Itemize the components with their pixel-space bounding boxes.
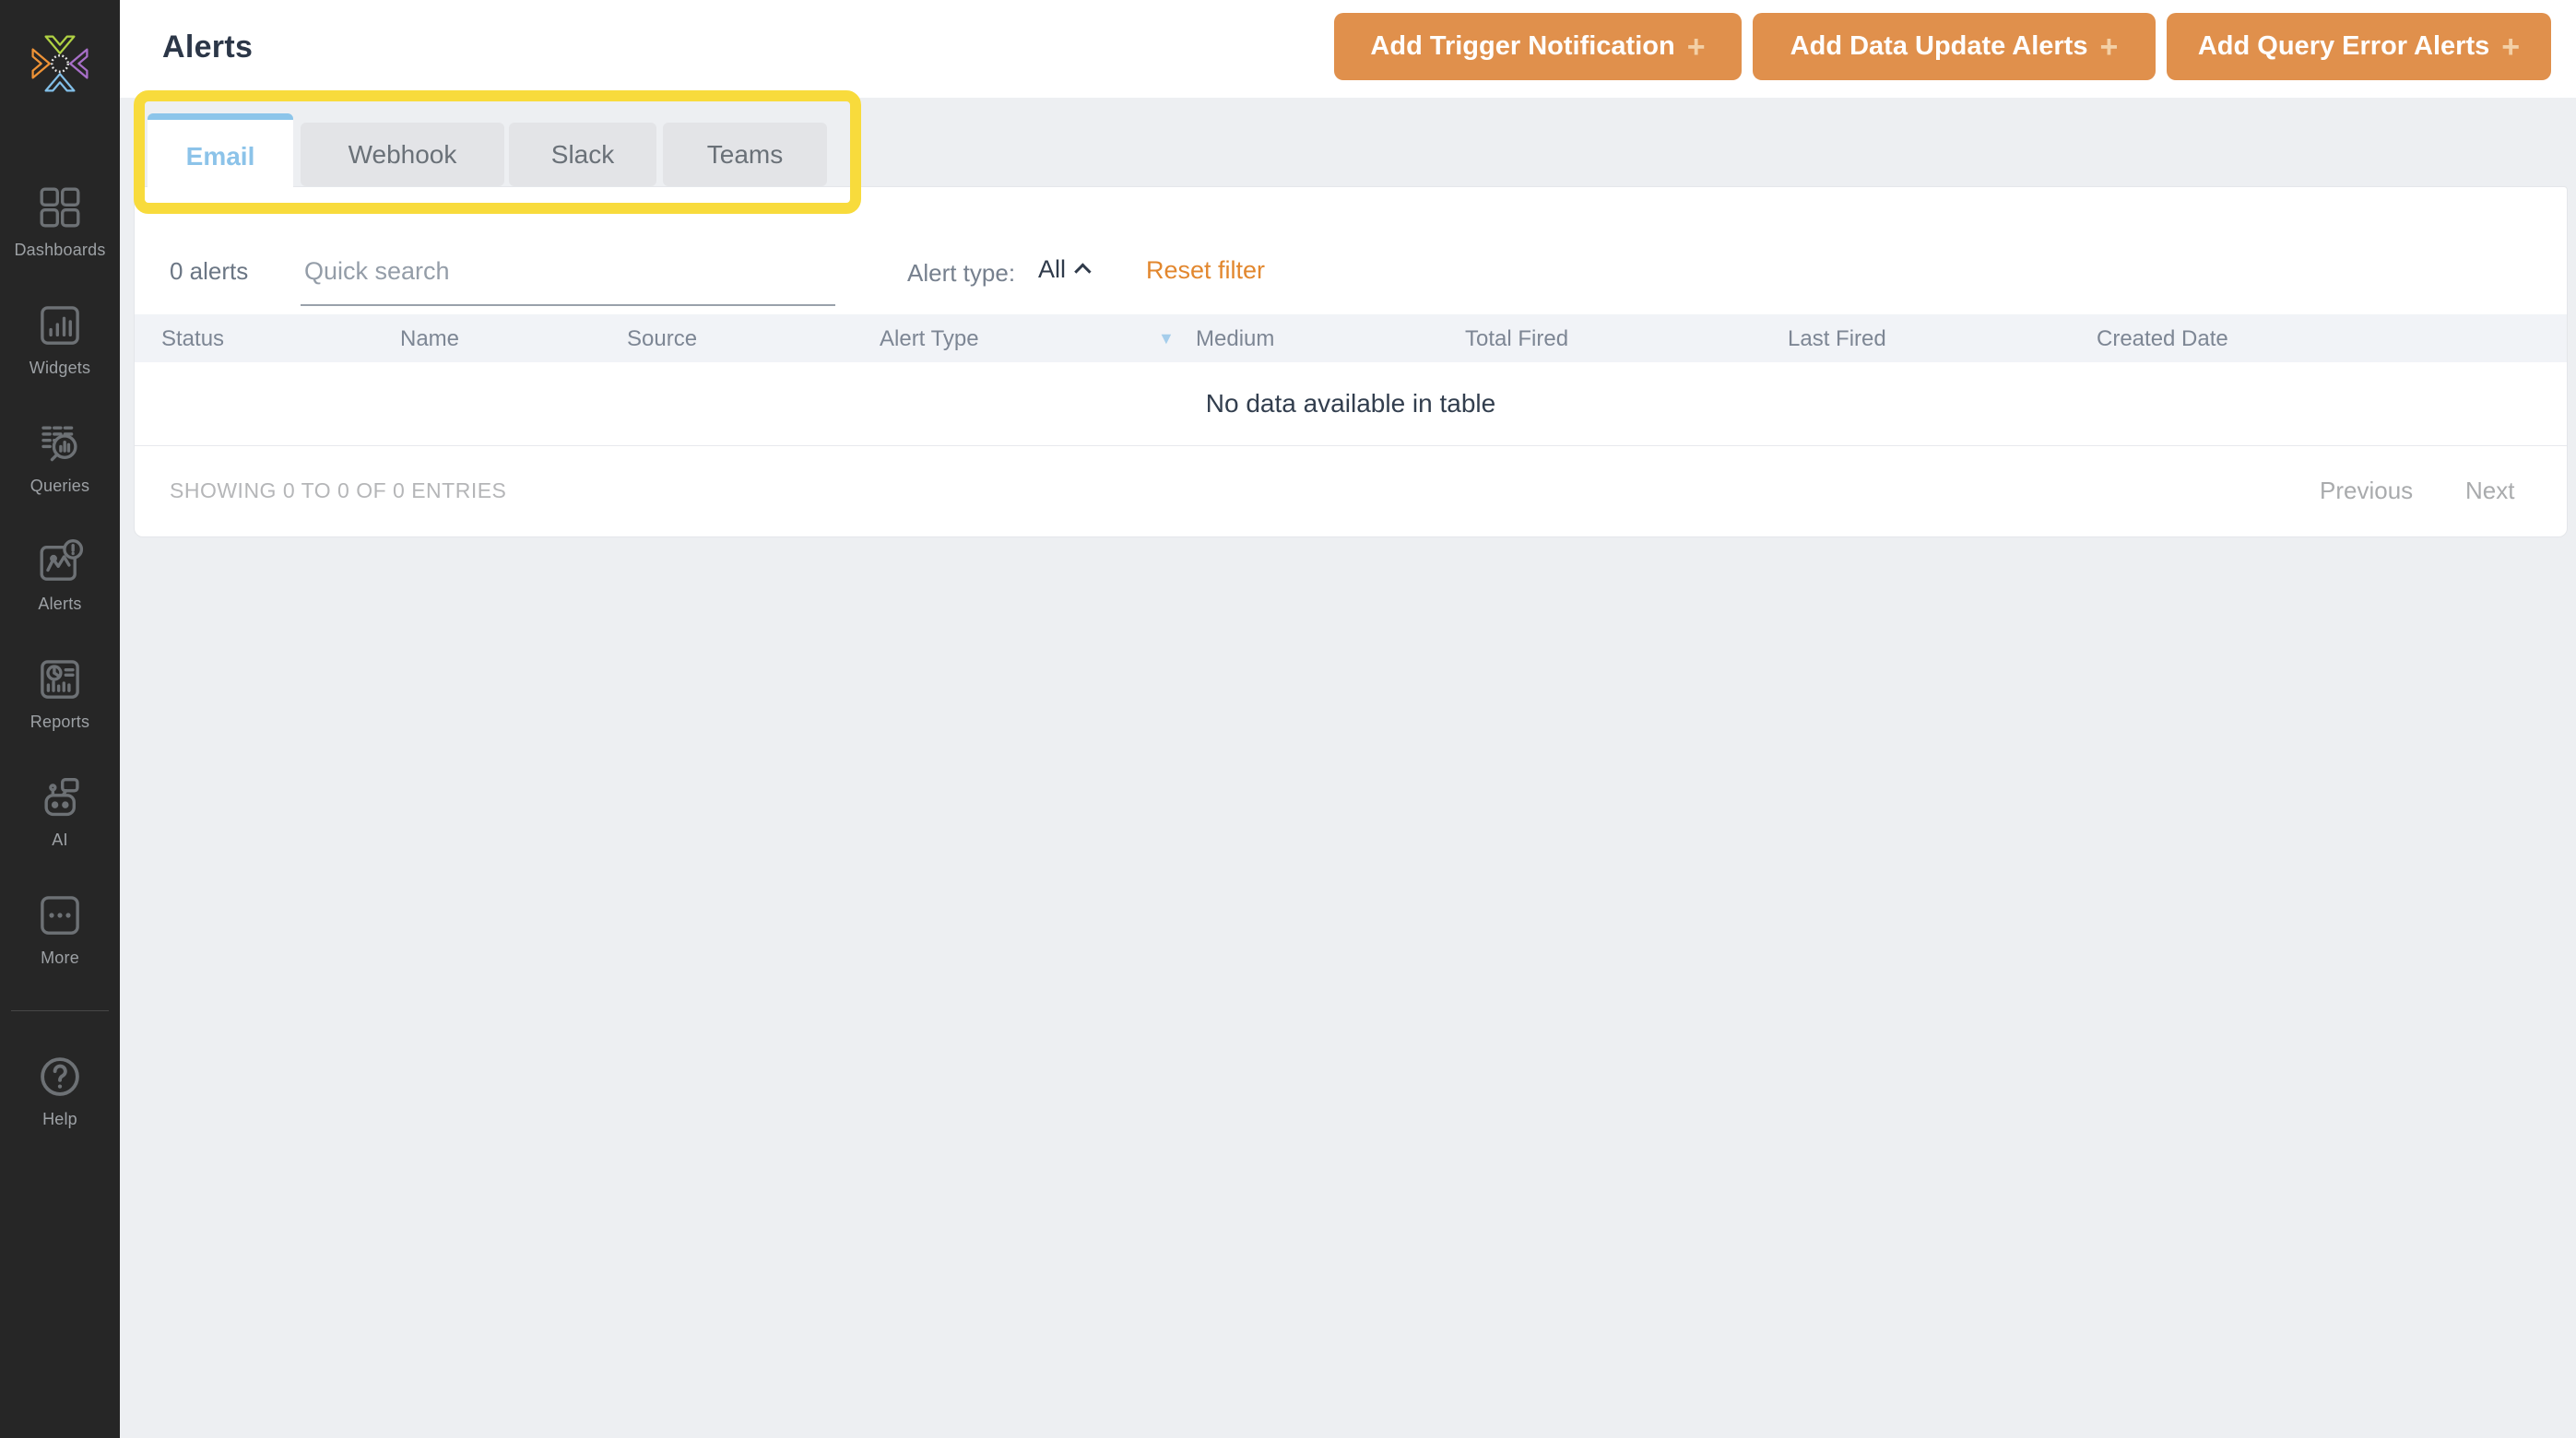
button-label: Add Trigger Notification	[1370, 31, 1674, 62]
pagination-next-button[interactable]: Next	[2465, 477, 2514, 505]
sidebar-item-help[interactable]: Help	[0, 1052, 120, 1129]
ai-icon	[35, 772, 85, 822]
tab-webhook[interactable]: Webhook	[301, 123, 504, 186]
button-label: Add Query Error Alerts	[2198, 31, 2489, 62]
add-query-error-alerts-button[interactable]: Add Query Error Alerts +	[2167, 13, 2551, 80]
column-header-total-fired[interactable]: Total Fired	[1465, 326, 1568, 352]
tab-label: Teams	[707, 140, 783, 170]
empty-message: No data available in table	[1206, 389, 1495, 418]
page-header: Alerts Add Trigger Notification + Add Da…	[120, 0, 2576, 98]
chevron-up-icon	[1074, 263, 1091, 279]
alert-type-value: All	[1038, 255, 1066, 284]
tab-teams[interactable]: Teams	[663, 123, 827, 186]
dashboards-icon	[35, 183, 85, 232]
sidebar-item-label: Widgets	[30, 359, 90, 378]
sidebar-item-widgets[interactable]: Widgets	[0, 301, 120, 378]
table-header-row: Status Name Source Alert Type ▼ Medium T…	[135, 314, 2567, 362]
sidebar: Dashboards Widgets	[0, 0, 120, 1438]
sort-desc-icon: ▼	[1158, 329, 1175, 348]
reset-filter-link[interactable]: Reset filter	[1146, 256, 1265, 285]
sidebar-item-more[interactable]: More	[0, 890, 120, 968]
column-header-name[interactable]: Name	[400, 326, 459, 352]
tab-slack[interactable]: Slack	[509, 123, 656, 186]
sidebar-item-label: Alerts	[38, 595, 81, 614]
tab-email[interactable]: Email	[148, 113, 293, 193]
tab-label: Webhook	[349, 140, 457, 170]
alert-type-dropdown[interactable]: All	[1038, 255, 1091, 284]
help-icon	[35, 1052, 85, 1102]
column-header-last-fired[interactable]: Last Fired	[1788, 326, 1886, 352]
sidebar-item-label: More	[41, 949, 79, 968]
search-input[interactable]	[301, 238, 835, 306]
header-actions: Add Trigger Notification + Add Data Upda…	[1334, 13, 2551, 80]
reports-icon	[35, 654, 85, 704]
sidebar-item-label: Dashboards	[14, 241, 105, 260]
sidebar-item-label: Reports	[30, 713, 89, 732]
button-label: Add Data Update Alerts	[1790, 31, 2088, 62]
tab-label: Slack	[551, 140, 614, 170]
page-title: Alerts	[162, 29, 253, 65]
alerts-icon	[35, 536, 85, 586]
sidebar-nav: Dashboards Widgets	[0, 183, 120, 1170]
sidebar-item-reports[interactable]: Reports	[0, 654, 120, 732]
brand-logo-icon[interactable]	[28, 31, 92, 96]
alerts-panel: 0 alerts Alert type: All Reset filter St…	[134, 186, 2568, 537]
alerts-count: 0 alerts	[170, 257, 248, 286]
sidebar-divider	[11, 1010, 109, 1011]
column-header-medium[interactable]: Medium	[1196, 326, 1274, 352]
sidebar-item-label: AI	[52, 831, 67, 850]
sidebar-item-label: Help	[42, 1110, 77, 1129]
add-trigger-notification-button[interactable]: Add Trigger Notification +	[1334, 13, 1742, 80]
plus-icon: +	[2099, 31, 2118, 63]
widgets-icon	[35, 301, 85, 350]
column-header-alert-type[interactable]: Alert Type	[880, 326, 979, 352]
main-content: Email Webhook Slack Teams 0 alerts Alert…	[120, 98, 2576, 1438]
sidebar-item-dashboards[interactable]: Dashboards	[0, 183, 120, 260]
column-header-status[interactable]: Status	[161, 326, 224, 352]
queries-icon	[35, 418, 85, 468]
more-icon	[35, 890, 85, 940]
app-window: Dashboards Widgets	[0, 0, 2576, 1438]
sidebar-item-ai[interactable]: AI	[0, 772, 120, 850]
sidebar-item-alerts[interactable]: Alerts	[0, 536, 120, 614]
column-header-source[interactable]: Source	[627, 326, 697, 352]
sidebar-item-label: Queries	[30, 477, 89, 496]
add-data-update-alerts-button[interactable]: Add Data Update Alerts +	[1753, 13, 2156, 80]
plus-icon: +	[2501, 31, 2520, 63]
entries-summary: SHOWING 0 TO 0 OF 0 ENTRIES	[170, 478, 506, 503]
pagination-previous-button[interactable]: Previous	[2320, 477, 2413, 505]
plus-icon: +	[1687, 31, 1706, 63]
alert-type-label: Alert type:	[907, 259, 1015, 288]
sidebar-item-queries[interactable]: Queries	[0, 418, 120, 496]
tab-label: Email	[186, 142, 255, 171]
table-empty-row: No data available in table	[135, 362, 2567, 446]
column-header-created-date[interactable]: Created Date	[2097, 326, 2228, 352]
